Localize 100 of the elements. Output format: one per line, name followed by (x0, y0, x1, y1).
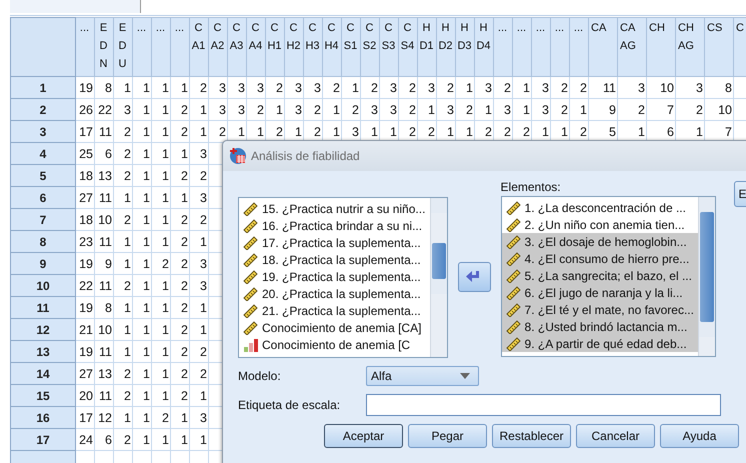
column-header[interactable]: ... (132, 18, 152, 76)
column-header[interactable]: CH2 (284, 18, 304, 76)
column-header[interactable]: CS3 (380, 18, 398, 76)
table-cell: 1 (295, 124, 302, 138)
variable-list[interactable] (238, 197, 448, 358)
column-header[interactable]: ... (152, 18, 170, 76)
cell-editor-field[interactable] (10, 0, 141, 13)
row-header[interactable]: 15 (10, 384, 76, 406)
row-header[interactable]: 7 (10, 208, 76, 230)
column-header[interactable]: HD4 (474, 18, 494, 76)
model-dropdown[interactable]: Alfa (366, 366, 479, 386)
row-header[interactable]: 6 (10, 186, 76, 208)
column-header[interactable]: CHAG (676, 18, 704, 76)
row-header[interactable]: 5 (10, 164, 76, 186)
variable-item[interactable]: 15. ¿Practica nutrir a su niño... (239, 200, 430, 217)
variable-item[interactable]: Conocimiento de anemia [C (239, 336, 430, 353)
dialog-button[interactable]: Pegar (408, 424, 487, 448)
column-header[interactable]: CH4 (322, 18, 342, 76)
table-cell: 2 (504, 124, 511, 138)
column-header[interactable]: ... (550, 18, 570, 76)
table-cell: 8 (105, 80, 112, 94)
variable-item[interactable]: 20. ¿Practica la suplementa... (239, 285, 430, 302)
row-header[interactable]: 1 (10, 76, 76, 98)
column-header[interactable]: ... (494, 18, 512, 76)
row-header[interactable]: 17 (10, 428, 76, 450)
table-cell: 10 (98, 322, 112, 336)
dialog-button[interactable]: Restablecer (492, 424, 571, 448)
item-entry[interactable]: 4. ¿El consumo de hierro pre... (502, 250, 698, 267)
table-cell: 27 (79, 190, 93, 204)
column-header[interactable]: CA4 (246, 18, 266, 76)
move-button[interactable] (458, 262, 491, 292)
row-header[interactable]: 3 (10, 120, 76, 142)
column-header[interactable]: CAAG (618, 18, 646, 76)
variable-item[interactable]: 16. ¿Practica brindar a su ni... (239, 217, 430, 234)
item-entry[interactable]: 8. ¿Usted brindó lactancia m... (502, 318, 698, 335)
dialog-button[interactable]: Cancelar (576, 424, 655, 448)
table-cell: 1 (447, 124, 454, 138)
row-header[interactable]: 8 (10, 230, 76, 252)
column-header[interactable]: CS (704, 18, 734, 76)
column-header[interactable]: CA3 (228, 18, 246, 76)
column-header[interactable]: HD1 (418, 18, 436, 76)
column-header[interactable]: ... (512, 18, 532, 76)
table-cell: 12 (98, 410, 112, 424)
item-entry[interactable]: 9. ¿A partir de qué edad deb... (502, 335, 698, 352)
column-header[interactable]: EDU (114, 18, 132, 76)
column-header[interactable]: CH3 (304, 18, 322, 76)
table-cell: 1 (162, 212, 169, 226)
row-header[interactable]: 11 (10, 296, 76, 318)
row-header[interactable]: 13 (10, 340, 76, 362)
scale-label-field[interactable] (366, 394, 721, 416)
item-entry[interactable]: 6. ¿El jugo de naranja y la li... (502, 284, 698, 301)
column-header[interactable]: ... (76, 18, 94, 76)
column-header[interactable]: CS1 (342, 18, 360, 76)
table-cell: 6 (105, 146, 112, 160)
column-header[interactable]: CS2 (360, 18, 380, 76)
column-header[interactable]: CH1 (266, 18, 284, 76)
column-header[interactable]: EDN (94, 18, 114, 76)
row-header[interactable]: 12 (10, 318, 76, 340)
variable-item[interactable]: 21. ¿Practica la suplementa... (239, 302, 430, 319)
table-cell: 1 (162, 366, 169, 380)
scrollbar[interactable] (698, 197, 715, 356)
column-header[interactable]: ... (170, 18, 190, 76)
row-header[interactable]: 10 (10, 274, 76, 296)
variable-item[interactable]: 18. ¿Practica la suplementa... (239, 251, 430, 268)
item-entry[interactable]: 5. ¿La sangrecita; el bazo, el ... (502, 267, 698, 284)
side-button[interactable]: E (734, 181, 746, 207)
row-header[interactable]: 16 (10, 406, 76, 428)
ruler-icon (506, 320, 522, 334)
column-header[interactable]: CA1 (190, 18, 208, 76)
ruler-icon (243, 252, 259, 266)
column-header[interactable]: CS4 (398, 18, 418, 76)
dialog-button[interactable]: Aceptar (324, 424, 403, 448)
column-header[interactable]: HD3 (456, 18, 474, 76)
ruler-icon (243, 218, 259, 232)
column-header[interactable]: ... (532, 18, 550, 76)
items-list[interactable] (500, 196, 716, 357)
row-header[interactable]: 4 (10, 142, 76, 164)
table-cell: 3 (124, 102, 131, 116)
column-header[interactable]: ... (570, 18, 588, 76)
table-cell: 1 (124, 80, 131, 94)
table-cell: 3 (390, 80, 397, 94)
column-header[interactable]: HD2 (436, 18, 456, 76)
item-entry[interactable]: 3. ¿El dosaje de hemoglobin... (502, 233, 698, 250)
row-header[interactable]: 2 (10, 98, 76, 120)
table-cell: 1 (143, 388, 150, 402)
item-entry[interactable]: 1. ¿La desconcentración de ... (502, 199, 698, 216)
item-entry[interactable]: 7. ¿El té y el mate, no favorec... (502, 301, 698, 318)
column-header[interactable]: CA (588, 18, 618, 76)
column-header[interactable]: CH (646, 18, 676, 76)
variable-item[interactable]: 19. ¿Practica la suplementa... (239, 268, 430, 285)
variable-item[interactable]: 17. ¿Practica la suplementa... (239, 234, 430, 251)
row-header[interactable]: 14 (10, 362, 76, 384)
variable-item[interactable]: Conocimiento de anemia [CA] (239, 319, 430, 336)
column-header[interactable]: CA2 (208, 18, 228, 76)
item-entry[interactable]: 2. ¿Un niño con anemia tien... (502, 216, 698, 233)
column-header[interactable]: C (734, 18, 746, 76)
row-header[interactable]: 9 (10, 252, 76, 274)
dialog-button[interactable]: Ayuda (660, 424, 739, 448)
scrollbar[interactable] (430, 198, 448, 357)
table-cell: 1 (200, 388, 207, 402)
